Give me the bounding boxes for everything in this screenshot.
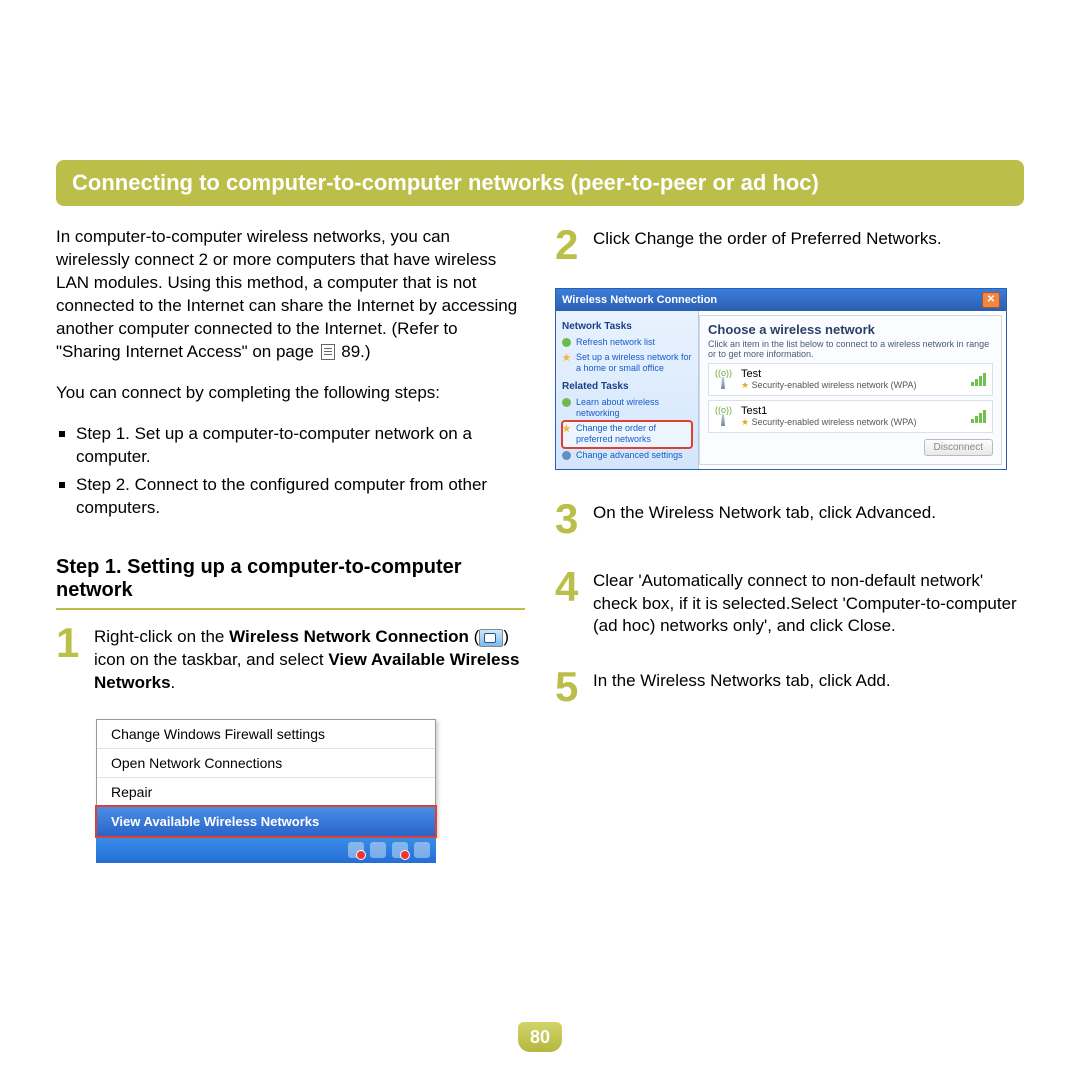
bullet-step1: Step 1. Set up a computer-to-computer ne… [56, 423, 525, 469]
numbered-step-2: 2 Click Change the order of Preferred Ne… [555, 226, 1024, 264]
tray-icon-3[interactable] [392, 842, 408, 858]
ctx-item-open-connections[interactable]: Open Network Connections [97, 749, 435, 778]
network-item-test1[interactable]: Test1 ★ Security-enabled wireless networ… [708, 400, 993, 433]
page-number-badge: 80 [518, 1022, 562, 1052]
step-number-1: 1 [56, 624, 84, 695]
right-column: 2 Click Change the order of Preferred Ne… [555, 226, 1024, 863]
network-desc: ★ Security-enabled wireless network (WPA… [741, 380, 965, 391]
left-column: In computer-to-computer wireless network… [56, 226, 525, 863]
ctx-item-repair[interactable]: Repair [97, 778, 435, 807]
wireless-tray-icon [479, 629, 503, 647]
choose-network-sub: Click an item in the list below to conne… [708, 339, 993, 359]
s1-f: . [171, 673, 176, 692]
s1-c: ( [469, 627, 479, 646]
step-number-5: 5 [555, 668, 583, 706]
network-item-test[interactable]: Test ★ Security-enabled wireless network… [708, 363, 993, 396]
network-name: Test [741, 368, 965, 380]
network-desc-text: Security-enabled wireless network (WPA) [752, 417, 917, 427]
taskbar-tray [96, 837, 436, 863]
network-desc: ★ Security-enabled wireless network (WPA… [741, 417, 965, 428]
task-learn[interactable]: Learn about wireless networking [562, 395, 692, 422]
network-desc-text: Security-enabled wireless network (WPA) [752, 380, 917, 390]
ctx-item-firewall[interactable]: Change Windows Firewall settings [97, 720, 435, 749]
step-number-2: 2 [555, 226, 583, 264]
ctx-item-view-available[interactable]: View Available Wireless Networks [97, 807, 435, 836]
step2-text: Click Change the order of Preferred Netw… [593, 226, 942, 264]
signal-icon [715, 406, 735, 426]
step5-text: In the Wireless Networks tab, click Add. [593, 668, 891, 706]
context-menu-screenshot: Change Windows Firewall settings Open Ne… [96, 719, 436, 863]
connect-by: You can connect by completing the follow… [56, 382, 525, 405]
intro-paragraph: In computer-to-computer wireless network… [56, 226, 525, 364]
step1-rule [56, 608, 525, 610]
step4-text: Clear 'Automatically connect to non-defa… [593, 568, 1024, 639]
task-setup-network[interactable]: Set up a wireless network for a home or … [562, 350, 692, 377]
numbered-step-5: 5 In the Wireless Networks tab, click Ad… [555, 668, 1024, 706]
section-banner: Connecting to computer-to-computer netwo… [56, 160, 1024, 206]
network-name: Test1 [741, 405, 965, 417]
disconnect-button[interactable]: Disconnect [924, 439, 993, 456]
wireless-dialog: Wireless Network Connection ✕ Network Ta… [555, 288, 1007, 470]
signal-icon [715, 369, 735, 389]
s1-b: Wireless Network Connection [229, 627, 469, 646]
bullet-step2: Step 2. Connect to the configured comput… [56, 474, 525, 520]
choose-network-header: Choose a wireless network [708, 322, 993, 337]
signal-bars-icon [971, 372, 986, 386]
numbered-step-3: 3 On the Wireless Network tab, click Adv… [555, 500, 1024, 538]
tray-icon-4[interactable] [414, 842, 430, 858]
step3-text: On the Wireless Network tab, click Advan… [593, 500, 936, 538]
close-icon[interactable]: ✕ [982, 292, 1000, 308]
context-menu: Change Windows Firewall settings Open Ne… [96, 719, 436, 837]
tray-icon-1[interactable] [348, 842, 364, 858]
s1-a: Right-click on the [94, 627, 229, 646]
step1-header: Step 1. Setting up a computer-to-compute… [56, 556, 525, 602]
tray-icon-2[interactable] [370, 842, 386, 858]
step1-text: Right-click on the Wireless Network Conn… [94, 624, 525, 695]
step-number-3: 3 [555, 500, 583, 538]
task-advanced[interactable]: Change advanced settings [562, 448, 692, 463]
numbered-step-1: 1 Right-click on the Wireless Network Co… [56, 624, 525, 695]
signal-bars-icon [971, 409, 986, 423]
numbered-step-4: 4 Clear 'Automatically connect to non-de… [555, 568, 1024, 639]
task-refresh[interactable]: Refresh network list [562, 335, 692, 350]
page-number: 80 [518, 1022, 562, 1052]
step-number-4: 4 [555, 568, 583, 639]
intro-text: In computer-to-computer wireless network… [56, 227, 517, 361]
related-tasks-header: Related Tasks [562, 381, 692, 392]
dialog-main: Choose a wireless network Click an item … [699, 315, 1002, 465]
network-tasks-header: Network Tasks [562, 321, 692, 332]
dialog-sidebar: Network Tasks Refresh network list Set u… [556, 311, 699, 469]
dialog-titlebar: Wireless Network Connection ✕ [556, 289, 1006, 311]
task-change-order[interactable]: Change the order of preferred networks [562, 421, 692, 448]
intro-ref: 89.) [341, 342, 370, 361]
page-ref-icon [321, 344, 335, 360]
dialog-title: Wireless Network Connection [562, 294, 717, 306]
